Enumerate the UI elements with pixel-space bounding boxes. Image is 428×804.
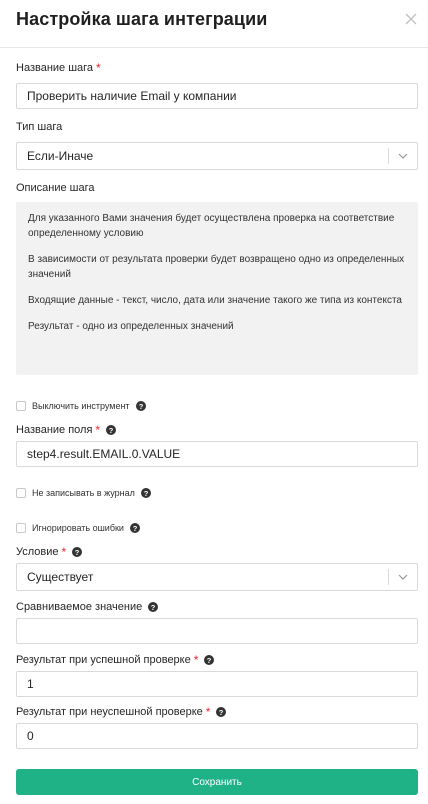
fail-result-input[interactable]: 0 xyxy=(16,723,418,749)
no-log-label: Не записывать в журнал xyxy=(32,488,135,498)
required-mark: * xyxy=(96,61,101,75)
step-description-label: Описание шага xyxy=(16,182,95,194)
field-name-label: Название поля * ? xyxy=(16,423,117,437)
svg-text:?: ? xyxy=(219,708,224,717)
ignore-errors-checkbox[interactable]: Игнорировать ошибки ? xyxy=(16,523,140,533)
help-icon[interactable]: ? xyxy=(216,707,227,717)
svg-text:?: ? xyxy=(75,548,80,557)
step-type-select[interactable]: Если-Иначе xyxy=(16,142,418,170)
close-icon[interactable] xyxy=(404,12,418,26)
chevron-down-icon[interactable] xyxy=(398,572,408,582)
ignore-errors-label: Игнорировать ошибки xyxy=(32,523,124,533)
svg-text:?: ? xyxy=(138,402,143,411)
condition-label-text: Условие xyxy=(16,546,59,558)
help-icon[interactable]: ? xyxy=(148,602,159,612)
checkbox-box[interactable] xyxy=(16,523,26,533)
dialog-title: Настройка шага интеграции xyxy=(16,9,268,29)
step-type-value: Если-Иначе xyxy=(27,149,94,163)
required-mark: * xyxy=(61,545,67,559)
help-icon[interactable]: ? xyxy=(140,488,151,498)
step-description-box: Для указанного Вами значения будет осуще… xyxy=(16,202,418,375)
step-name-label: Название шага * xyxy=(16,61,101,75)
svg-text:?: ? xyxy=(133,524,138,533)
success-result-label-text: Результат при успешной проверке xyxy=(16,654,191,666)
required-mark: * xyxy=(95,423,101,437)
compare-value-input[interactable] xyxy=(16,618,418,644)
step-name-input[interactable]: Проверить наличие Email у компании xyxy=(16,83,418,109)
checkbox-box[interactable] xyxy=(16,401,26,411)
field-name-label-text: Название поля xyxy=(16,424,93,436)
field-name-input[interactable]: step4.result.EMAIL.0.VALUE xyxy=(16,441,418,467)
svg-text:?: ? xyxy=(151,603,156,612)
svg-text:?: ? xyxy=(109,426,114,435)
fail-result-label-text: Результат при неуспешной проверке xyxy=(16,706,203,718)
compare-value-label-text: Сравниваемое значение xyxy=(16,601,143,613)
description-paragraph: Входящие данные - текст, число, дата или… xyxy=(28,295,402,306)
help-icon[interactable]: ? xyxy=(106,425,117,435)
checkbox-box[interactable] xyxy=(16,488,26,498)
disable-tool-label: Выключить инструмент xyxy=(32,401,130,411)
help-icon[interactable]: ? xyxy=(72,547,83,557)
condition-label: Условие * ? xyxy=(16,545,83,559)
success-result-input[interactable]: 1 xyxy=(16,671,418,697)
condition-select[interactable]: Существует xyxy=(16,563,418,591)
required-mark: * xyxy=(205,705,211,719)
select-separator xyxy=(388,148,389,164)
no-log-checkbox[interactable]: Не записывать в журнал ? xyxy=(16,488,151,498)
fail-result-label: Результат при неуспешной проверке * ? xyxy=(16,705,227,719)
save-button[interactable]: Сохранить xyxy=(16,769,418,795)
required-mark: * xyxy=(193,653,199,667)
help-icon[interactable]: ? xyxy=(135,401,146,411)
description-paragraph: В зависимости от результата проверки буд… xyxy=(28,254,405,280)
description-paragraph: Для указанного Вами значения будет осуще… xyxy=(28,213,395,239)
dialog-header: Настройка шага интеграции xyxy=(0,0,428,48)
compare-value-label: Сравниваемое значение ? xyxy=(16,601,159,613)
svg-text:?: ? xyxy=(207,656,212,665)
success-result-label: Результат при успешной проверке * ? xyxy=(16,653,215,667)
step-type-label: Тип шага xyxy=(16,121,63,133)
condition-value: Существует xyxy=(27,570,94,584)
svg-text:?: ? xyxy=(144,489,149,498)
description-paragraph: Результат - одно из определенных значени… xyxy=(28,321,234,332)
help-icon[interactable]: ? xyxy=(204,655,215,665)
help-icon[interactable]: ? xyxy=(129,523,140,533)
chevron-down-icon[interactable] xyxy=(398,151,408,161)
step-name-label-text: Название шага xyxy=(16,62,94,74)
select-separator xyxy=(388,569,389,585)
disable-tool-checkbox[interactable]: Выключить инструмент ? xyxy=(16,401,146,411)
